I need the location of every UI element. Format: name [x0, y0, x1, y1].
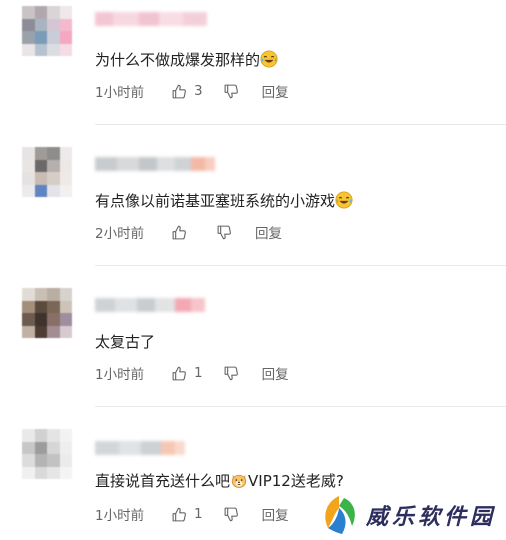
comment-meta: 1小时前 1 回复	[95, 504, 289, 524]
comment-item: 为什么不做成爆发那样的 1小时前 3 回复	[0, 0, 506, 125]
comment-time: 1小时前	[95, 508, 145, 524]
like-button[interactable]: 1	[171, 365, 203, 382]
avatar[interactable]	[22, 147, 72, 197]
reply-button[interactable]: 回复	[262, 81, 289, 101]
dislike-button[interactable]	[216, 224, 233, 241]
comment-meta: 1小时前 1 回复	[95, 363, 289, 383]
comment-item: 太复古了 1小时前 1 回复	[0, 282, 506, 407]
comment-time: 1小时前	[95, 367, 145, 383]
comment-item: 有点像以前诺基亚塞班系统的小游戏 2小时前 回复	[0, 141, 506, 266]
comment-text: 直接说首充送什么吧 VIP12送老威?	[95, 472, 344, 490]
dislike-button[interactable]	[223, 506, 240, 523]
reply-button[interactable]: 回复	[262, 363, 289, 383]
thumbs-down-icon	[217, 225, 231, 239]
laughing-crying-emoji-icon	[335, 191, 353, 209]
reply-button[interactable]: 回复	[262, 504, 289, 524]
watermark: 威乐软件园	[316, 490, 506, 540]
comment-meta: 1小时前 3 回复	[95, 81, 289, 101]
avatar[interactable]	[22, 288, 72, 338]
comment-text: 为什么不做成爆发那样的	[95, 50, 278, 70]
thumbs-up-icon	[172, 366, 186, 380]
watermark-text: 威乐软件园	[366, 504, 497, 530]
thumbs-up-icon	[172, 84, 186, 98]
like-button[interactable]	[171, 224, 194, 241]
username[interactable]	[95, 157, 215, 171]
like-button[interactable]: 1	[171, 506, 203, 523]
comment-text: 有点像以前诺基亚塞班系统的小游戏	[95, 191, 353, 211]
like-button[interactable]: 3	[171, 83, 203, 100]
thumbs-down-icon	[224, 507, 238, 521]
comment-text: 太复古了	[95, 333, 156, 351]
thumbs-down-icon	[224, 84, 238, 98]
like-count: 3	[194, 83, 203, 99]
comment-meta: 2小时前 回复	[95, 222, 282, 242]
avatar[interactable]	[22, 6, 72, 56]
divider	[95, 265, 506, 266]
username[interactable]	[95, 298, 205, 312]
thumbs-down-icon	[224, 366, 238, 380]
watermark-logo-icon	[325, 496, 355, 534]
dislike-button[interactable]	[223, 365, 240, 382]
like-count: 1	[194, 506, 203, 522]
comment-time: 1小时前	[95, 85, 145, 101]
divider	[95, 406, 506, 407]
username[interactable]	[95, 12, 207, 26]
reply-button[interactable]: 回复	[255, 222, 282, 242]
laughing-crying-emoji-icon	[260, 50, 278, 68]
divider	[95, 124, 506, 125]
like-count: 1	[194, 365, 203, 381]
dislike-button[interactable]	[223, 83, 240, 100]
username[interactable]	[95, 441, 185, 455]
thumbs-up-icon	[172, 225, 186, 239]
comment-time: 2小时前	[95, 226, 145, 242]
dog-face-emoji-icon	[231, 474, 247, 488]
thumbs-up-icon	[172, 507, 186, 521]
avatar[interactable]	[22, 429, 72, 479]
